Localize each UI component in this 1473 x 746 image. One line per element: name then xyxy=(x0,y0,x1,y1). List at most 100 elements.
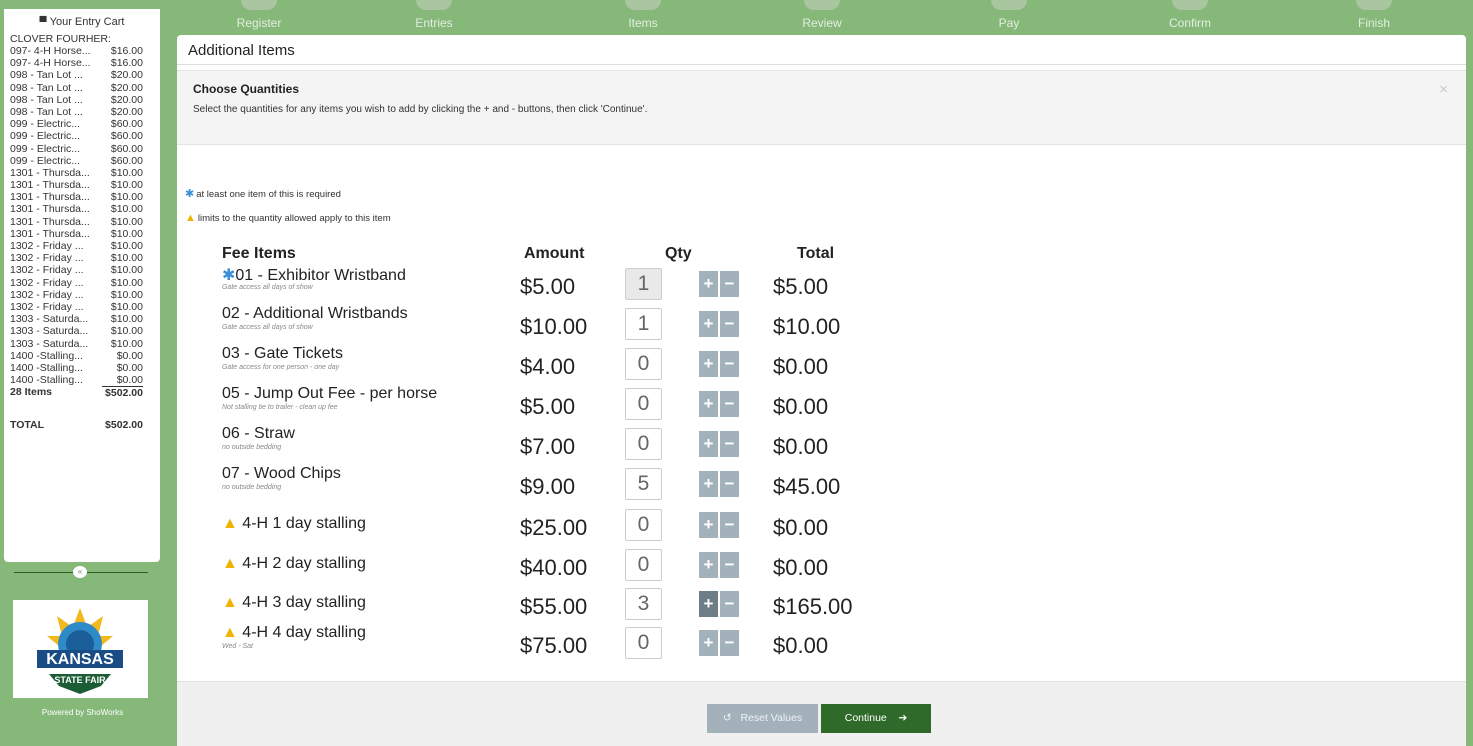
step-finish: Finish xyxy=(1324,0,1424,30)
cart-item-name: 1301 - Thursda... xyxy=(10,166,90,179)
cart-item-price: $10.00 xyxy=(110,179,143,192)
sidebar-collapse[interactable]: « xyxy=(14,566,148,578)
fee-item-name: 03 - Gate Tickets xyxy=(222,345,343,363)
quantity-field[interactable]: 3 xyxy=(625,588,662,620)
cart-item: 098 - Tan Lot ... $20.00 xyxy=(4,94,160,106)
decrement-button[interactable]: − xyxy=(720,512,739,538)
cart-item-price: $10.00 xyxy=(110,313,143,326)
increment-button[interactable]: + xyxy=(699,431,718,457)
wizard-steps: Register Entries Items Review Pay Confirm Fini… xyxy=(176,0,1466,34)
cart-item-price: $60.00 xyxy=(110,142,143,155)
cart-item: 1303 - Saturda... $10.00 xyxy=(4,313,160,325)
quantity-field[interactable]: 0 xyxy=(625,348,662,380)
step-label: Entries xyxy=(415,16,453,30)
cart-item-price: $10.00 xyxy=(110,215,143,228)
decrement-button[interactable]: − xyxy=(720,630,739,656)
step-indicator xyxy=(1172,0,1208,10)
decrement-button[interactable]: − xyxy=(720,271,739,297)
decrement-button[interactable]: − xyxy=(720,591,739,617)
fee-item-amount: $7.00 xyxy=(520,434,576,459)
cart-item-name: 098 - Tan Lot ... xyxy=(10,69,83,82)
cart-total-label: TOTAL xyxy=(10,419,45,432)
reset-icon: ↺ xyxy=(722,712,732,724)
fee-item-description: Gate access all days of show xyxy=(222,284,313,291)
double-chevron-left-icon[interactable]: « xyxy=(73,566,87,578)
legend-limit-text: limits to the quantity allowed apply to … xyxy=(197,213,391,224)
cart-subtotal: $502.00 xyxy=(102,386,143,400)
fee-item-name: ▲ 4-H 1 day stalling xyxy=(222,515,366,533)
increment-button[interactable]: + xyxy=(699,552,718,578)
fee-item-amount: $25.00 xyxy=(520,515,588,540)
fee-item-label: 07 - Wood Chips xyxy=(222,465,341,482)
cart-item-name: 099 - Electric... xyxy=(10,130,81,143)
fee-item-total: $0.00 xyxy=(773,633,829,658)
decrement-button[interactable]: − xyxy=(720,431,739,457)
quantity-field[interactable]: 0 xyxy=(625,509,662,541)
fee-item-name: ▲ 4-H 3 day stalling xyxy=(222,594,366,612)
quantity-field[interactable]: 1 xyxy=(625,268,662,300)
fee-item-label: 03 - Gate Tickets xyxy=(222,345,343,362)
header-amount: Amount xyxy=(524,245,585,262)
info-box: Choose Quantities Select the quantities … xyxy=(177,70,1466,145)
decrement-button[interactable]: − xyxy=(720,311,739,337)
cart-item: 097- 4-H Horse... $16.00 xyxy=(4,57,160,69)
increment-button[interactable]: + xyxy=(699,591,718,617)
increment-button[interactable]: + xyxy=(699,351,718,377)
close-icon[interactable]: × xyxy=(1439,81,1448,98)
fee-item-amount: $10.00 xyxy=(520,314,588,339)
cart-item-price: $0.00 xyxy=(116,374,143,387)
additional-items-panel: Additional Items Choose Quantities Selec… xyxy=(177,35,1466,746)
quantity-field[interactable]: 0 xyxy=(625,388,662,420)
kansas-state-fair-logo: KANSAS STATE FAIR xyxy=(13,600,148,698)
cart-item-name: 1400 -Stalling... xyxy=(10,361,83,374)
quantity-field[interactable]: 0 xyxy=(625,549,662,581)
step-label: Review xyxy=(802,16,842,30)
decrement-button[interactable]: − xyxy=(720,351,739,377)
legend-required-text: at least one item of this is required xyxy=(196,189,341,200)
increment-button[interactable]: + xyxy=(699,512,718,538)
cart-item-price: $10.00 xyxy=(110,252,143,265)
cart-item-price: $0.00 xyxy=(116,361,143,374)
fee-item-amount: $9.00 xyxy=(520,474,576,499)
quantity-field[interactable]: 0 xyxy=(625,627,662,659)
continue-button[interactable]: Continue ➔ xyxy=(821,704,931,733)
step-label: Register xyxy=(236,16,282,30)
increment-button[interactable]: + xyxy=(699,391,718,417)
header-total: Total xyxy=(797,245,835,262)
cart-owner: CLOVER FOURHER: xyxy=(10,33,111,45)
increment-button[interactable]: + xyxy=(699,311,718,337)
cart-item-name: 1301 - Thursda... xyxy=(10,227,90,240)
decrement-button[interactable]: − xyxy=(720,552,739,578)
cart-count: 28 Items xyxy=(10,386,53,399)
decrement-button[interactable]: − xyxy=(720,471,739,497)
cart-item: 1303 - Saturda... $10.00 xyxy=(4,338,160,350)
cart-item: 1301 - Thursda... $10.00 xyxy=(4,203,160,215)
reset-label: Reset Values xyxy=(740,712,803,724)
increment-button[interactable]: + xyxy=(699,630,718,656)
increment-button[interactable]: + xyxy=(699,471,718,497)
cart-item-price: $16.00 xyxy=(110,57,143,70)
step-indicator xyxy=(241,0,277,10)
fee-item-row: 02 - Additional Wristbands Gate access al… xyxy=(177,305,897,343)
fee-item-total: $5.00 xyxy=(773,274,829,299)
fee-item-amount: $40.00 xyxy=(520,555,588,580)
fee-item-description: Gate access all days of show xyxy=(222,324,313,331)
decrement-button[interactable]: − xyxy=(720,391,739,417)
fee-item-description: Wed - Sat xyxy=(222,643,253,650)
fee-item-amount: $4.00 xyxy=(520,354,576,379)
quantity-field[interactable]: 0 xyxy=(625,428,662,460)
cart-item: 1301 - Thursda... $10.00 xyxy=(4,228,160,240)
quantity-field[interactable]: 1 xyxy=(625,308,662,340)
fee-item-name: ▲ 4-H 2 day stalling xyxy=(222,555,366,573)
step-label: Pay xyxy=(998,16,1020,30)
reset-values-button[interactable]: ↺ Reset Values xyxy=(707,704,818,733)
increment-button[interactable]: + xyxy=(699,271,718,297)
cart-item: 1400 -Stalling... $0.00 xyxy=(4,374,160,386)
fee-item-amount: $55.00 xyxy=(520,594,588,619)
quantity-field[interactable]: 5 xyxy=(625,468,662,500)
info-text: Select the quantities for any items you … xyxy=(193,104,648,115)
cart-item-name: 098 - Tan Lot ... xyxy=(10,105,83,118)
cart-item-name: 1400 -Stalling... xyxy=(10,374,83,387)
fee-item-amount: $5.00 xyxy=(520,274,576,299)
step-indicator xyxy=(416,0,452,10)
